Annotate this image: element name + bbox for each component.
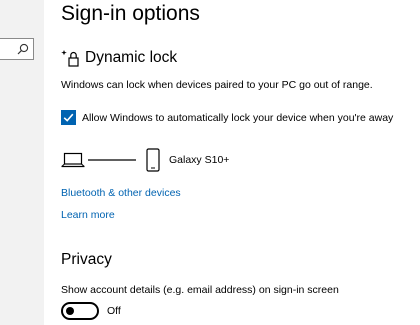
page-title: Sign-in options [61, 2, 200, 25]
dynamic-lock-icon [61, 50, 79, 67]
learn-more-link[interactable]: Learn more [61, 209, 115, 221]
toggle-state-label: Off [107, 305, 121, 317]
auto-lock-checkbox[interactable] [61, 110, 76, 125]
auto-lock-checkbox-row[interactable]: Allow Windows to automatically lock your… [61, 110, 393, 125]
phone-icon [146, 147, 160, 172]
account-details-toggle[interactable] [61, 302, 99, 320]
search-icon [17, 43, 29, 55]
connection-line [88, 158, 136, 161]
sidebar [0, 0, 44, 325]
checkmark-icon [63, 113, 74, 122]
privacy-title: Privacy [61, 251, 112, 268]
auto-lock-checkbox-label: Allow Windows to automatically lock your… [82, 111, 394, 124]
search-input[interactable] [0, 38, 34, 60]
dynamic-lock-description: Windows can lock when devices paired to … [61, 79, 373, 91]
privacy-description: Show account details (e.g. email address… [61, 284, 339, 296]
account-details-toggle-row: Off [61, 302, 121, 320]
dynamic-lock-title: Dynamic lock [85, 49, 178, 66]
main-content: Sign-in options Dynamic lock Windows can… [61, 0, 420, 325]
laptop-icon [61, 152, 85, 167]
dynamic-lock-header: Dynamic lock [61, 47, 177, 69]
toggle-knob [66, 307, 74, 315]
paired-device-row: Galaxy S10+ [61, 147, 229, 172]
device-name: Galaxy S10+ [169, 153, 230, 166]
bluetooth-devices-link[interactable]: Bluetooth & other devices [61, 187, 181, 199]
